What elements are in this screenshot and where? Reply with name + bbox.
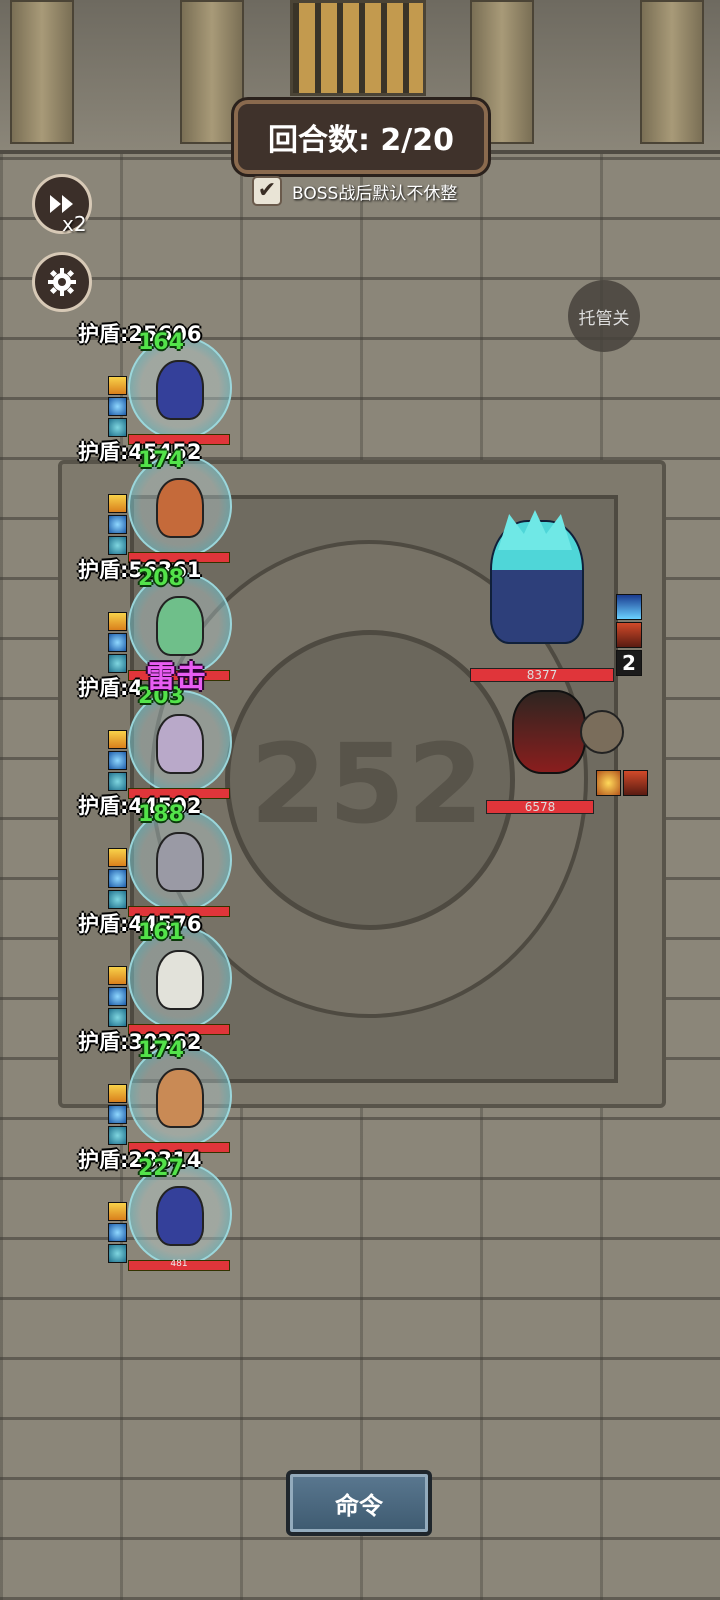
- boss-no-rest-label: BOSS战后默认不休整: [292, 183, 458, 204]
- hero-unit[interactable]: 护盾:25606 164: [78, 318, 318, 445]
- pillar-left: [10, 0, 74, 144]
- heal-number: 227: [138, 1156, 184, 1181]
- hero-portrait: [156, 714, 204, 774]
- enemy-hp-bar: 8377: [470, 668, 614, 682]
- gear-icon: [48, 268, 76, 296]
- enemy-buff-icons: [596, 770, 648, 798]
- buff-icons: [108, 848, 127, 911]
- burn-debuff-icon: [616, 622, 642, 648]
- settings-button[interactable]: [32, 252, 92, 312]
- lightning-debuff-icon: [616, 594, 642, 620]
- buff-icons: [108, 376, 127, 439]
- enemy-hp-text: 6578: [524, 800, 556, 814]
- ice-golem-crest: [498, 510, 572, 550]
- pillar-right: [640, 0, 704, 144]
- command-button-label: 命令: [335, 1491, 383, 1520]
- hero-hp-text: 481: [170, 1259, 188, 1269]
- stack-counter: 2: [616, 650, 642, 676]
- enemy-buff-icons: 2: [616, 594, 642, 678]
- heal-number: 208: [138, 566, 184, 591]
- hero-unit[interactable]: 护盾:45452 174: [78, 436, 318, 563]
- imp-warrior-mace: [580, 710, 624, 754]
- heal-number: 174: [138, 448, 184, 473]
- shield-value: 护盾:4: [78, 676, 144, 700]
- hero-unit[interactable]: 护盾:30262 174: [78, 1026, 318, 1153]
- hero-unit[interactable]: 护盾:44502 188: [78, 790, 318, 917]
- heal-number: 188: [138, 802, 184, 827]
- heal-number: 161: [138, 920, 184, 945]
- buff-icons: [108, 1202, 127, 1265]
- heal-number: 164: [138, 330, 184, 355]
- auto-battle-toggle[interactable]: 托管关: [568, 280, 640, 352]
- hero-portrait: [156, 360, 204, 420]
- imp-warrior-body: [512, 690, 586, 774]
- hero-unit[interactable]: 护盾:29314 227 481: [78, 1144, 318, 1271]
- hero-portrait: [156, 1068, 204, 1128]
- buff-icons: [108, 730, 127, 793]
- enemy-hp-bar: 6578: [486, 800, 594, 814]
- hero-portrait: [156, 596, 204, 656]
- buff-icons: [108, 494, 127, 557]
- shield-buff-icon: [596, 770, 621, 796]
- buff-icons: [108, 1084, 127, 1147]
- speed-multiplier: x2: [62, 212, 87, 236]
- hero-hp-bar: 481: [128, 1259, 230, 1271]
- round-counter: 回合数: 2/20: [234, 100, 488, 174]
- hero-portrait: [156, 950, 204, 1010]
- burn-debuff-icon: [623, 770, 648, 796]
- hero-portrait: [156, 478, 204, 538]
- hero-portrait: [156, 832, 204, 892]
- buff-icons: [108, 612, 127, 675]
- hero-unit[interactable]: 护盾:44576 161: [78, 908, 318, 1035]
- buff-icons: [108, 966, 127, 1029]
- heal-number: 174: [138, 1038, 184, 1063]
- auto-battle-label: 托管关: [578, 308, 630, 329]
- round-counter-label: 回合数: 2/20: [267, 123, 455, 158]
- checkmark-icon[interactable]: ✔: [252, 176, 282, 206]
- skill-popup: 雷击: [146, 660, 206, 695]
- boss-no-rest-option[interactable]: ✔ BOSS战后默认不休整: [252, 176, 457, 206]
- command-button[interactable]: 命令: [286, 1470, 432, 1536]
- enemy-hp-text: 8377: [526, 668, 558, 682]
- castle-gate: [290, 0, 426, 96]
- hero-portrait: [156, 1186, 204, 1246]
